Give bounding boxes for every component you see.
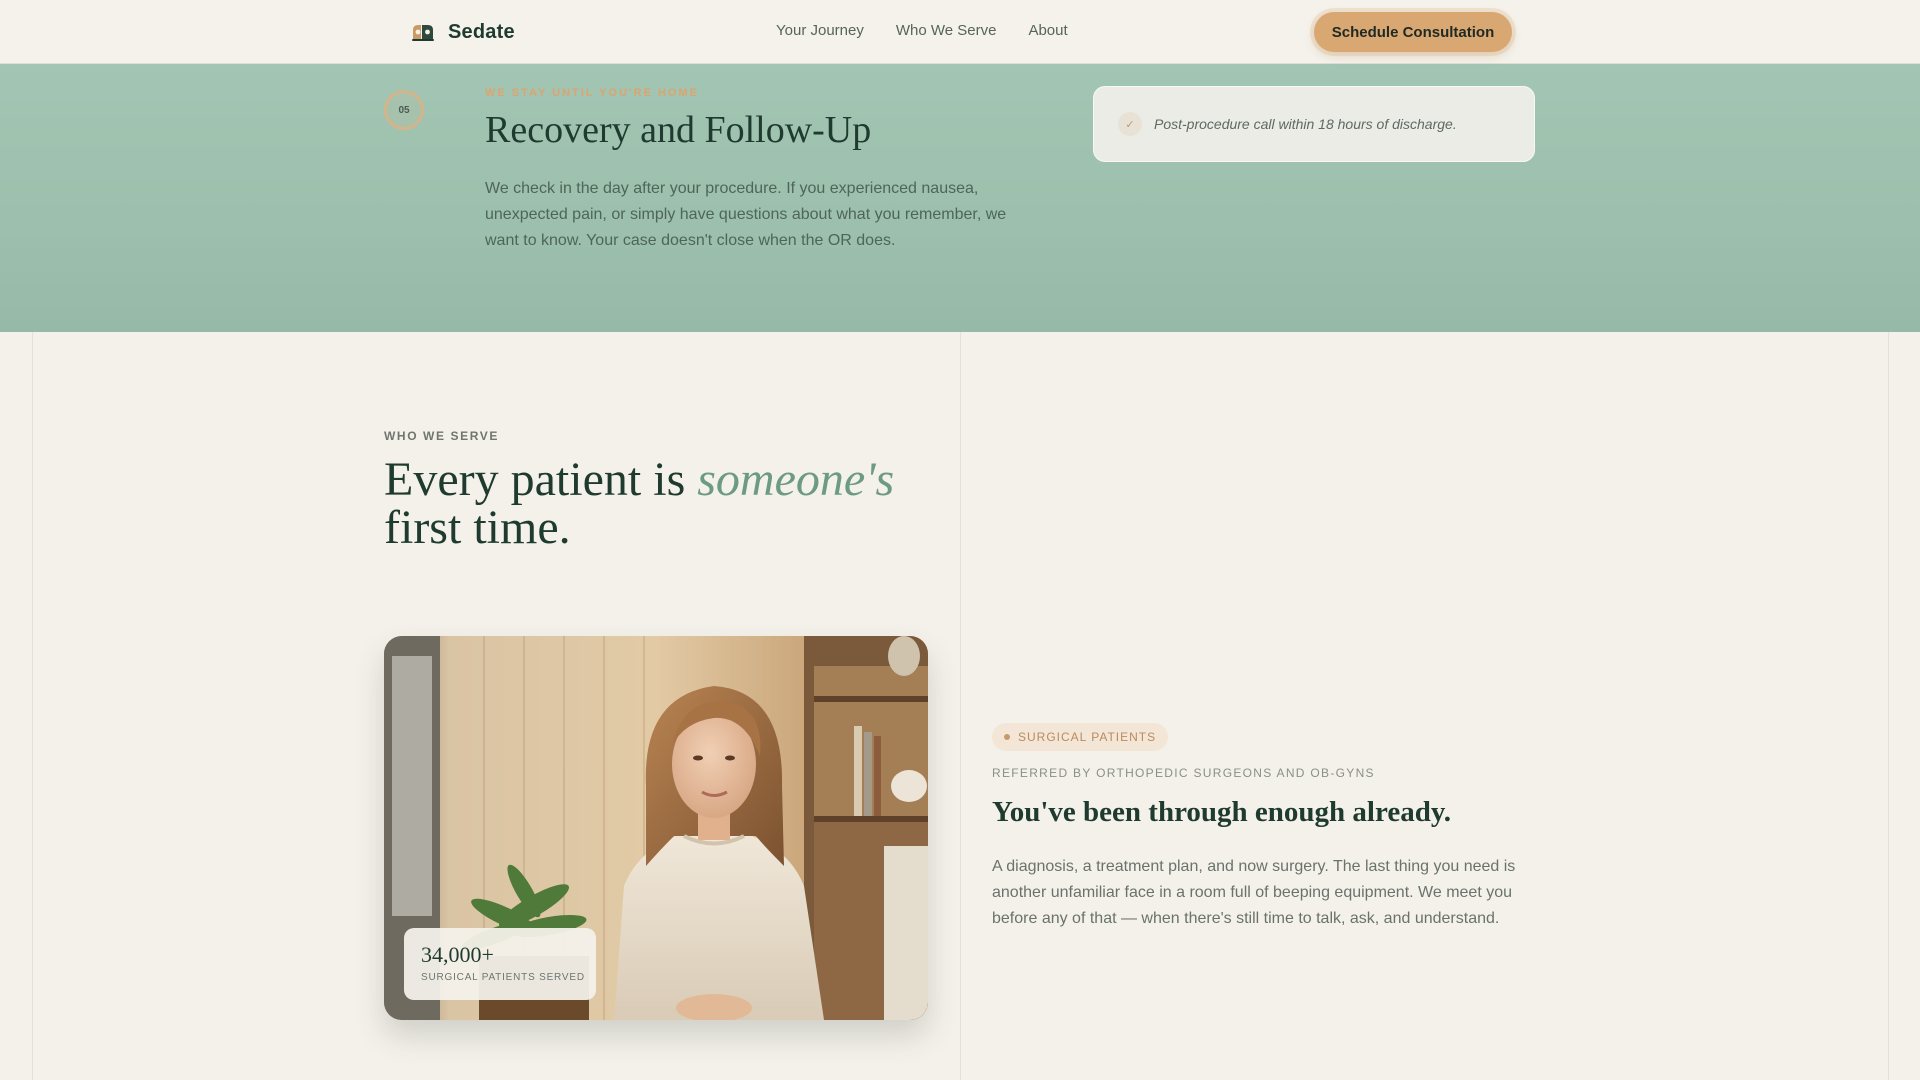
audience-title: You've been through enough already.	[992, 796, 1451, 828]
brand-logo-icon	[412, 25, 434, 41]
recovery-step-section: 05 WE STAY UNTIL YOU'RE HOME Recovery an…	[0, 64, 1920, 332]
follow-up-note-text: Post-procedure call within 18 hours of d…	[1154, 116, 1457, 132]
top-navbar: Sedate Your Journey Who We Serve About S…	[0, 0, 1920, 64]
step-eyebrow: WE STAY UNTIL YOU'RE HOME	[485, 87, 699, 99]
referral-source: REFERRED BY ORTHOPEDIC SURGEONS AND OB-G…	[992, 766, 1375, 780]
dot-icon	[1004, 734, 1010, 740]
patients-served-stat-card: 34,000+ SURGICAL PATIENTS SERVED	[404, 928, 596, 1000]
schedule-consultation-button[interactable]: Schedule Consultation	[1314, 12, 1512, 52]
step-number-badge: 05	[384, 90, 424, 130]
nav-link-about[interactable]: About	[1028, 22, 1067, 39]
column-divider	[1888, 332, 1889, 1080]
stat-label: SURGICAL PATIENTS SERVED	[421, 972, 585, 983]
audience-description: A diagnosis, a treatment plan, and now s…	[992, 858, 1516, 927]
headline-start: Every patient is	[384, 453, 698, 506]
stat-value: 34,000+	[421, 942, 494, 967]
step-title: Recovery and Follow-Up	[485, 109, 872, 151]
who-we-serve-section: WHO WE SERVE Every patient is someone's …	[0, 332, 1920, 1080]
check-icon: ✓	[1118, 112, 1142, 136]
main-nav: Your Journey Who We Serve About	[776, 22, 1068, 39]
brand-name: Sedate	[448, 20, 515, 43]
brand-link[interactable]: Sedate	[410, 16, 515, 48]
headline-end: first time.	[384, 501, 571, 554]
patient-photo-card: 34,000+ SURGICAL PATIENTS SERVED	[384, 636, 928, 1020]
audience-tag-pill: SURGICAL PATIENTS	[992, 723, 1169, 751]
column-divider	[960, 332, 961, 1080]
section-eyebrow: WHO WE SERVE	[384, 429, 499, 443]
section-headline: Every patient is someone's first time.	[384, 456, 944, 552]
headline-emphasis: someone's	[697, 453, 895, 506]
nav-link-your-journey[interactable]: Your Journey	[776, 22, 864, 39]
audience-tag-label: SURGICAL PATIENTS	[1018, 730, 1157, 744]
nav-link-who-we-serve[interactable]: Who We Serve	[896, 22, 997, 39]
column-divider	[32, 332, 33, 1080]
step-description: We check in the day after your procedure…	[485, 180, 1007, 249]
follow-up-note-card: ✓ Post-procedure call within 18 hours of…	[1093, 86, 1535, 162]
